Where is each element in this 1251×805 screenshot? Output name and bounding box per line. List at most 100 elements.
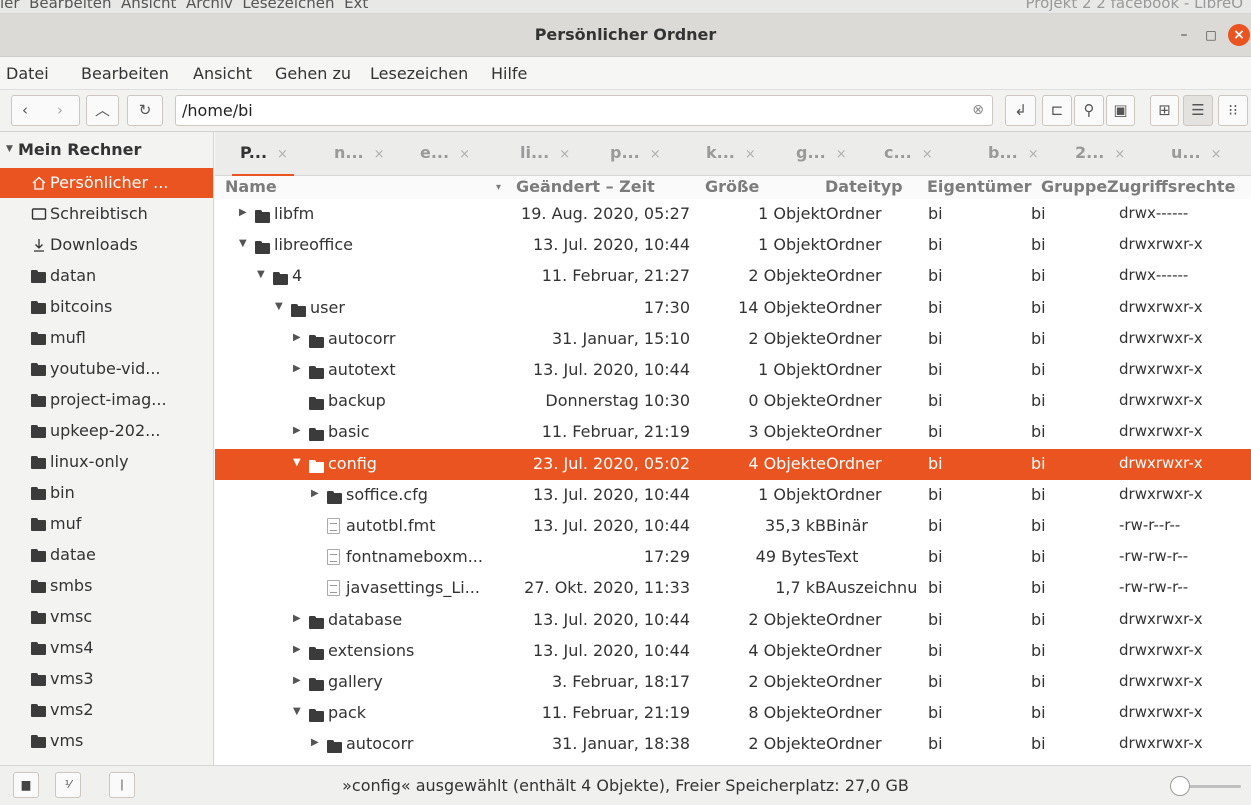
- close-button[interactable]: ×: [1228, 24, 1250, 46]
- tab-close-icon[interactable]: ×: [459, 147, 470, 162]
- up-button[interactable]: ︿: [86, 95, 119, 126]
- sidebar-item[interactable]: vms2: [0, 695, 213, 725]
- sidebar-item[interactable]: upkeep-202...: [0, 416, 213, 446]
- expander-right-icon[interactable]: ▶: [293, 644, 301, 655]
- table-row[interactable]: backup Donnerstag 10:30 0 Objekte Ordner bi b…: [215, 386, 1251, 417]
- sidebar-item[interactable]: datan: [0, 261, 213, 291]
- tab[interactable]: P... ×: [232, 143, 294, 177]
- sidebar-item[interactable]: mufl: [0, 323, 213, 353]
- table-row[interactable]: ▶ libfm 19. Aug. 2020, 05:27 1 Objekt Ordner…: [215, 199, 1251, 230]
- sidebar-item[interactable]: Persönlicher ...: [0, 168, 213, 198]
- tab[interactable]: u... ×: [1171, 143, 1222, 162]
- tab-close-icon[interactable]: ×: [650, 147, 661, 162]
- sidebar-item[interactable]: datae: [0, 540, 213, 570]
- tab[interactable]: p... ×: [610, 143, 661, 162]
- tab-close-icon[interactable]: ×: [1211, 147, 1222, 162]
- sidebar-item[interactable]: vms: [0, 726, 213, 756]
- table-row[interactable]: ▶ autocorr 31. Januar, 15:10 2 Objekte Ordne…: [215, 324, 1251, 355]
- tab-close-icon[interactable]: ×: [1114, 147, 1125, 162]
- table-row[interactable]: fontnameboxm... 17:29 49 Bytes Text bi bi -rw-…: [215, 542, 1251, 573]
- zoom-slider-handle[interactable]: [1170, 776, 1190, 796]
- forward-icon[interactable]: ›: [57, 96, 63, 125]
- expander-right-icon[interactable]: ▶: [311, 737, 319, 748]
- tab[interactable]: 2... ×: [1075, 143, 1125, 162]
- table-row[interactable]: ▼ config 23. Jul. 2020, 05:02 4 Objekte Ordn…: [215, 448, 1251, 480]
- tab-close-icon[interactable]: ×: [745, 147, 756, 162]
- column-group-header[interactable]: Gruppe: [1041, 177, 1107, 196]
- list-view-button[interactable]: ☰: [1183, 95, 1213, 126]
- tab-close-icon[interactable]: ×: [1028, 147, 1039, 162]
- sidebar-section-header[interactable]: ▼ Mein Rechner: [6, 140, 141, 159]
- table-row[interactable]: autotbl.fmt 13. Jul. 2020, 10:44 35,3 kB Bi…: [215, 511, 1251, 542]
- table-row[interactable]: ▶ database 13. Jul. 2020, 10:44 2 Objekte Or…: [215, 605, 1251, 636]
- sidebar-item[interactable]: youtube-vid...: [0, 354, 213, 384]
- expander-down-icon[interactable]: ▼: [239, 238, 247, 249]
- sidebar-item[interactable]: Schreibtisch: [0, 199, 213, 229]
- tab[interactable]: k... ×: [706, 143, 756, 162]
- table-row[interactable]: ▶ autocorr 31. Januar, 18:38 2 Objekte Ordne…: [215, 729, 1251, 760]
- expander-right-icon[interactable]: ▶: [293, 425, 301, 436]
- clear-location-icon[interactable]: ⊗: [972, 102, 984, 118]
- expander-down-icon[interactable]: ▼: [293, 457, 301, 468]
- title-bar[interactable]: Persönlicher Ordner – □ ×: [0, 14, 1251, 57]
- location-text[interactable]: /home/bi: [182, 101, 253, 120]
- tab-close-icon[interactable]: ×: [277, 147, 288, 162]
- preview-button[interactable]: ▣: [1106, 95, 1135, 126]
- column-modified-header[interactable]: Geändert – Zeit: [516, 177, 655, 196]
- sidebar-item[interactable]: bitcoins: [0, 292, 213, 322]
- menu-gehen-zu[interactable]: Gehen zu: [275, 64, 351, 83]
- expander-right-icon[interactable]: ▶: [239, 207, 247, 218]
- sidebar-item[interactable]: vmsc: [0, 602, 213, 632]
- table-row[interactable]: ▶ gallery 3. Februar, 18:17 2 Objekte Ordner…: [215, 667, 1251, 698]
- column-size-header[interactable]: Größe: [705, 177, 759, 196]
- column-type-header[interactable]: Dateityp: [825, 177, 903, 196]
- expander-right-icon[interactable]: ▶: [293, 675, 301, 686]
- tab-close-icon[interactable]: ×: [836, 147, 847, 162]
- table-row[interactable]: ▼ libreoffice 13. Jul. 2020, 10:44 1 Objekt…: [215, 230, 1251, 261]
- table-row[interactable]: ▶ autotext 13. Jul. 2020, 10:44 1 Objekt Ord…: [215, 355, 1251, 386]
- sidebar-item[interactable]: muf: [0, 509, 213, 539]
- tab[interactable]: e... ×: [420, 143, 470, 162]
- sidebar-item[interactable]: apps: [0, 757, 213, 765]
- menu-datei[interactable]: Datei: [6, 64, 49, 83]
- new-folder-button[interactable]: ⊏: [1042, 95, 1072, 126]
- expander-right-icon[interactable]: ▶: [293, 363, 301, 374]
- compact-view-button[interactable]: ⁝⁝: [1218, 95, 1248, 126]
- reload-button[interactable]: ↻: [127, 95, 163, 126]
- expander-down-icon[interactable]: ▼: [275, 301, 283, 312]
- column-permissions-header[interactable]: Zugriffsrechte: [1107, 177, 1235, 196]
- sidebar-item[interactable]: Downloads: [0, 230, 213, 260]
- tab-close-icon[interactable]: ×: [374, 147, 385, 162]
- tab[interactable]: g... ×: [796, 143, 847, 162]
- expander-right-icon[interactable]: ▶: [293, 332, 301, 343]
- tab-close-icon[interactable]: ×: [559, 147, 570, 162]
- column-owner-header[interactable]: Eigentümer: [927, 177, 1032, 196]
- maximize-button[interactable]: □: [1200, 24, 1222, 46]
- menu-ansicht[interactable]: Ansicht: [193, 64, 252, 83]
- sidebar-item[interactable]: linux-only: [0, 447, 213, 477]
- table-row[interactable]: ▼ pack 11. Februar, 21:19 8 Objekte Ordner bi…: [215, 698, 1251, 729]
- search-button[interactable]: ⚲: [1074, 95, 1104, 126]
- back-icon[interactable]: ‹: [22, 96, 28, 125]
- minimize-button[interactable]: –: [1173, 24, 1195, 46]
- expander-right-icon[interactable]: ▶: [311, 488, 319, 499]
- expander-right-icon[interactable]: ▶: [293, 613, 301, 624]
- sidebar-item[interactable]: bin: [0, 478, 213, 508]
- icon-view-button[interactable]: ⊞: [1150, 95, 1179, 126]
- tab[interactable]: li... ×: [520, 143, 570, 162]
- table-row[interactable]: ▶ basic 11. Februar, 21:19 3 Objekte Ordner b…: [215, 417, 1251, 448]
- location-field[interactable]: /home/bi ⊗: [175, 95, 993, 126]
- column-name-header[interactable]: Name: [225, 177, 277, 196]
- open-terminal-button[interactable]: ↲: [1005, 95, 1036, 126]
- menu-lesezeichen[interactable]: Lesezeichen: [370, 64, 468, 83]
- expander-down-icon[interactable]: ▼: [293, 706, 301, 717]
- table-row[interactable]: ▼ user 17:30 14 Objekte Ordner bi bi drwxrwxr-x: [215, 293, 1251, 324]
- table-row[interactable]: ▼ 4 11. Februar, 21:27 2 Objekte Ordner bi bi d…: [215, 261, 1251, 292]
- menu-hilfe[interactable]: Hilfe: [491, 64, 527, 83]
- tab[interactable]: b... ×: [988, 143, 1039, 162]
- tab-close-icon[interactable]: ×: [922, 147, 933, 162]
- expander-down-icon[interactable]: ▼: [257, 269, 265, 280]
- table-row[interactable]: javasettings_Li... 27. Okt. 2020, 11:33 1,…: [215, 573, 1251, 604]
- tab[interactable]: n... ×: [334, 143, 385, 162]
- menu-bearbeiten[interactable]: Bearbeiten: [81, 64, 169, 83]
